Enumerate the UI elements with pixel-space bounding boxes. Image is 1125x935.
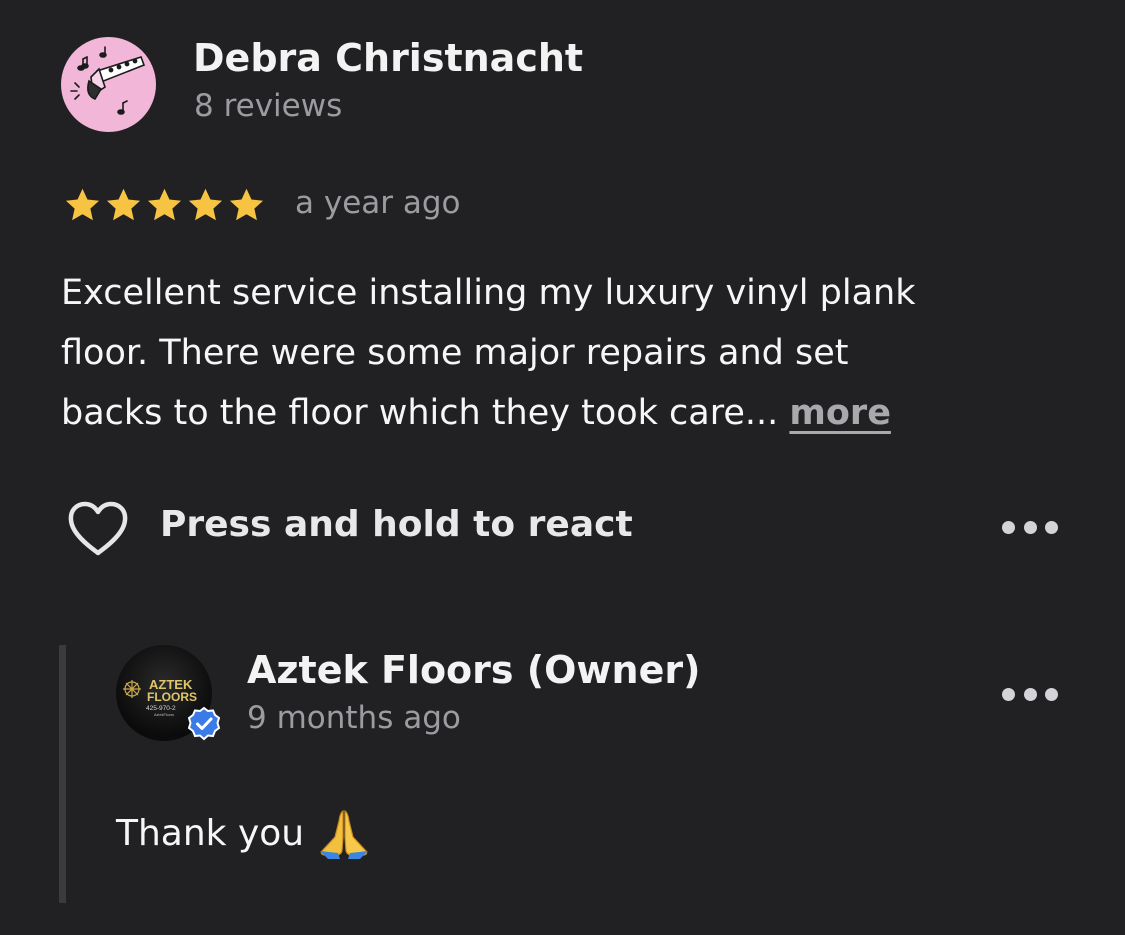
owner-reply-timestamp: 9 months ago (247, 700, 461, 736)
reply-thread-border (59, 645, 66, 903)
more-horizontal-icon (1002, 687, 1015, 701)
more-horizontal-icon (1023, 687, 1037, 701)
logo-text-line4: AztekFloors (154, 713, 174, 717)
more-horizontal-icon (1002, 520, 1015, 534)
review-text-line-end: backs to the floor which they took care.… (61, 393, 779, 433)
review-text-line: backs to the floor which they took care.… (61, 383, 1071, 443)
verified-check-icon (187, 706, 221, 741)
star-icon (229, 188, 264, 221)
more-horizontal-icon (1045, 520, 1058, 534)
more-link[interactable]: more (789, 393, 891, 433)
logo-text-line3: 425-970-2 (146, 705, 176, 712)
star-icon (65, 188, 100, 221)
star-icon (106, 188, 141, 221)
heart-outline-icon[interactable] (66, 500, 130, 558)
more-horizontal-icon (1045, 687, 1058, 701)
folded-hands-icon (320, 809, 369, 859)
review-text-line: Excellent service installing my luxury v… (61, 273, 916, 313)
owner-reply-more-options-button[interactable] (1002, 686, 1058, 702)
review-more-options-button[interactable] (1002, 519, 1058, 535)
react-button-label[interactable]: Press and hold to react (160, 504, 633, 545)
review-text-line: floor. There were some major repairs and… (61, 333, 849, 373)
owner-name[interactable]: Aztek Floors (Owner) (247, 648, 700, 692)
logo-text-line2: FLOORS (147, 690, 197, 704)
owner-reply-message: Thank you (116, 812, 305, 854)
more-horizontal-icon (1023, 520, 1037, 534)
star-rating (62, 184, 267, 226)
review-timestamp: a year ago (295, 185, 461, 221)
clarinet-music-notes-icon (70, 46, 146, 115)
reviewer-name[interactable]: Debra Christnacht (193, 36, 583, 80)
star-icon (188, 188, 223, 221)
review-text: Excellent service installing my luxury v… (61, 263, 1071, 443)
star-icon (147, 188, 182, 221)
owner-reply-text: Thank you (116, 807, 372, 859)
reviewer-review-count[interactable]: 8 reviews (194, 88, 342, 124)
reviewer-avatar[interactable] (61, 37, 156, 132)
